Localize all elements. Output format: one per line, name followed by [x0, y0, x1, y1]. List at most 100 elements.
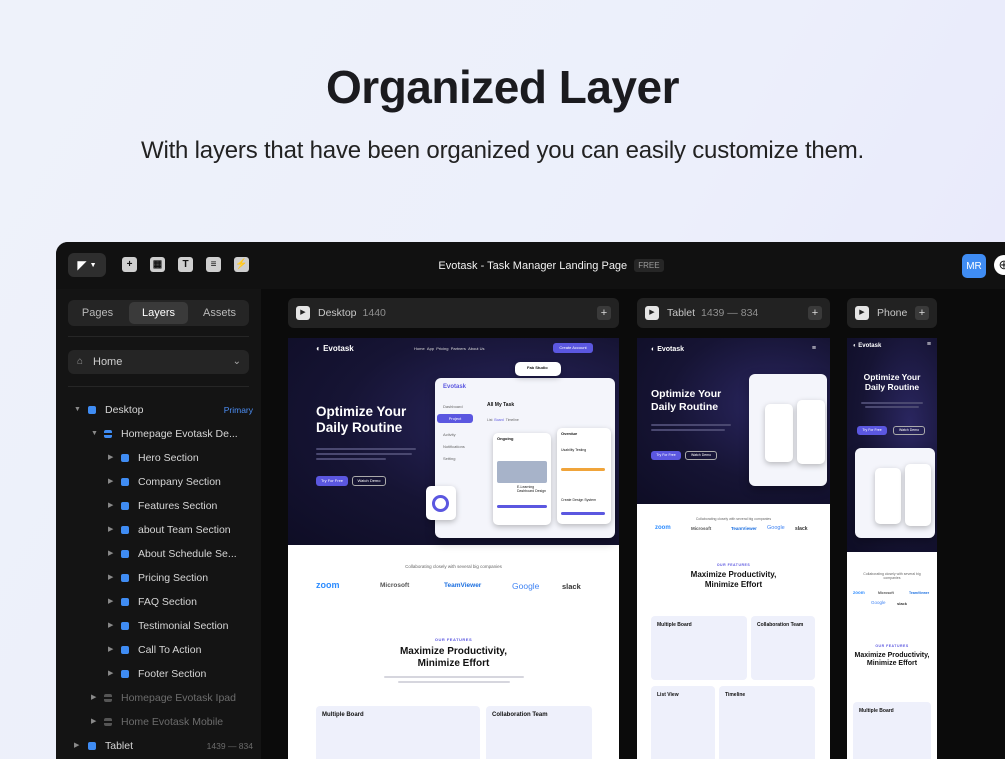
layer-label: Features Section	[138, 500, 218, 512]
mockup-column-ongoing: Ongoing E-Learning Dashboard Design	[493, 433, 551, 525]
watch-demo-button[interactable]: Watch Demo	[893, 426, 925, 435]
panel-tabs: Pages Layers Assets	[68, 300, 249, 326]
menu-icon[interactable]: ≡	[812, 345, 816, 352]
mockup-column-overdue: Overdue Usability Testing Create Design …	[557, 428, 611, 524]
create-account-button[interactable]: Create Account	[553, 343, 593, 353]
frame-header-desktop[interactable]: ▶ Desktop 1440 +	[288, 298, 619, 328]
paragraph-line	[398, 681, 510, 683]
play-icon[interactable]: ▶	[296, 306, 310, 320]
phone-frame[interactable]: ◐ Evotask ≡ Optimize Your Daily Routine …	[847, 338, 937, 759]
collab-text: Collaborating closely with several big c…	[405, 564, 502, 569]
caret-down-icon: ▼	[74, 406, 81, 413]
layer-features-section[interactable]: ▶ Features Section	[56, 495, 261, 517]
globe-icon[interactable]: ⊕	[994, 255, 1005, 275]
add-breakpoint-icon[interactable]: +	[808, 306, 822, 320]
hero-section: ◐ Evotask ≡ Optimize Your Daily Routine …	[847, 338, 937, 552]
try-free-button[interactable]: Try For Free	[316, 476, 348, 486]
layer-company-section[interactable]: ▶ Company Section	[56, 471, 261, 493]
layer-label: about Team Section	[138, 524, 231, 536]
caret-right-icon: ▶	[91, 694, 97, 701]
play-icon[interactable]: ▶	[855, 306, 869, 320]
layer-desktop[interactable]: ▼ Desktop Primary	[56, 399, 261, 421]
brand-google: Google	[512, 581, 540, 591]
mockup-card	[875, 468, 901, 524]
feature-card: List View	[651, 686, 715, 759]
try-free-button[interactable]: Try For Free	[857, 426, 887, 435]
layer-about-team-section[interactable]: ▶ about Team Section	[56, 519, 261, 541]
paragraph-line	[651, 429, 725, 431]
menu-icon[interactable]: ≡	[927, 341, 931, 348]
feature-title: Timeline	[725, 692, 746, 698]
tab-layers[interactable]: Layers	[129, 302, 188, 324]
frame-header-phone[interactable]: ▶ Phone +	[847, 298, 937, 328]
stack-icon	[104, 718, 112, 726]
caret-right-icon: ▶	[91, 718, 97, 725]
dashboard-mockup	[855, 448, 935, 538]
page-select[interactable]: ⌂ Home ⌄	[68, 350, 249, 374]
brand-teamviewer: TeamViewer	[731, 526, 757, 531]
paragraph-line	[316, 448, 416, 450]
play-icon[interactable]: ▶	[645, 306, 659, 320]
doc-title-text: Evotask - Task Manager Landing Page	[438, 260, 628, 272]
try-free-button[interactable]: Try For Free	[651, 451, 681, 460]
frame-icon	[88, 742, 96, 750]
left-panel: Pages Layers Assets ⌂ Home ⌄ ▼ Desktop P…	[56, 289, 261, 759]
layer-faq-section[interactable]: ▶ FAQ Section	[56, 591, 261, 613]
frame-icon	[121, 622, 129, 630]
column-title: Ongoing	[497, 436, 514, 441]
frame-header-tablet[interactable]: ▶ Tablet 1439 — 834 +	[637, 298, 830, 328]
avatar[interactable]: MR	[962, 254, 986, 278]
tab-assets[interactable]: Assets	[190, 300, 249, 326]
layer-homepage-desktop[interactable]: ▼ Homepage Evotask De...	[56, 423, 261, 445]
frame-name: Desktop	[318, 307, 357, 319]
layer-homepage-ipad[interactable]: ▶ Homepage Evotask Ipad	[56, 687, 261, 709]
mockup-card	[797, 400, 825, 464]
add-breakpoint-icon[interactable]: +	[915, 306, 929, 320]
frame-size: 1439 — 834	[701, 307, 759, 319]
divider	[68, 336, 249, 337]
mockup-card	[765, 404, 793, 462]
watch-demo-button[interactable]: Watch Demo	[352, 476, 386, 486]
task-name: E-Learning Dashboard Design	[517, 485, 546, 493]
layer-hero-section[interactable]: ▶ Hero Section	[56, 447, 261, 469]
layer-home-mobile[interactable]: ▶ Home Evotask Mobile	[56, 711, 261, 733]
desktop-frame[interactable]: ◐ Evotask Home App Pricing Partners Abou…	[288, 338, 619, 759]
brand-slack: slack	[795, 526, 808, 532]
mockup-nav-project: Project	[437, 414, 473, 423]
progress-bar	[561, 512, 605, 515]
add-breakpoint-icon[interactable]: +	[597, 306, 611, 320]
feature-title: List View	[657, 692, 679, 698]
canvas[interactable]: ▶ Desktop 1440 + ▶ Tablet 1439 — 834 + ▶ P…	[261, 289, 1005, 759]
brand-google: Google	[871, 600, 886, 605]
features-eyebrow: OUR FEATURES	[875, 644, 909, 648]
mockup-card	[905, 464, 931, 526]
layer-about-schedule-section[interactable]: ▶ About Schedule Se...	[56, 543, 261, 565]
site-logo: ◐ Evotask	[651, 346, 685, 353]
watch-demo-button[interactable]: Watch Demo	[685, 451, 717, 460]
layer-footer-section[interactable]: ▶ Footer Section	[56, 663, 261, 685]
caret-down-icon: ▼	[91, 430, 98, 437]
progress-ring	[432, 495, 449, 512]
layer-tablet[interactable]: ▶ Tablet 1439 — 834	[56, 735, 261, 757]
layer-pricing-section[interactable]: ▶ Pricing Section	[56, 567, 261, 589]
tab-pages[interactable]: Pages	[68, 300, 127, 326]
caret-right-icon: ▶	[108, 622, 114, 629]
mockup-nav-activity: Activity	[443, 432, 456, 437]
brand-microsoft: Microsoft	[691, 526, 712, 531]
tablet-frame[interactable]: ◐ Evotask ≡ Optimize Your Daily Routine …	[637, 338, 830, 759]
hero-heading: Optimize Your Daily Routine	[316, 404, 407, 436]
hero-heading: Optimize Your Daily Routine	[651, 388, 722, 413]
brand-google: Google	[767, 525, 785, 531]
hero-heading: Optimize Your Daily Routine	[863, 372, 921, 393]
layer-call-to-action[interactable]: ▶ Call To Action	[56, 639, 261, 661]
layer-testimonial-section[interactable]: ▶ Testimonial Section	[56, 615, 261, 637]
task-name: Create Design System	[561, 498, 597, 502]
layer-label: Footer Section	[138, 668, 207, 680]
layer-label: Homepage Evotask De...	[121, 428, 238, 440]
layer-label: Hero Section	[138, 452, 199, 464]
feature-title: Multiple Board	[322, 712, 364, 718]
studio-chip: Fab Studio	[515, 362, 561, 376]
document-title[interactable]: Evotask - Task Manager Landing Page FREE	[56, 259, 1005, 272]
feature-title: Multiple Board	[859, 708, 894, 714]
frame-size: 1440	[362, 307, 386, 319]
